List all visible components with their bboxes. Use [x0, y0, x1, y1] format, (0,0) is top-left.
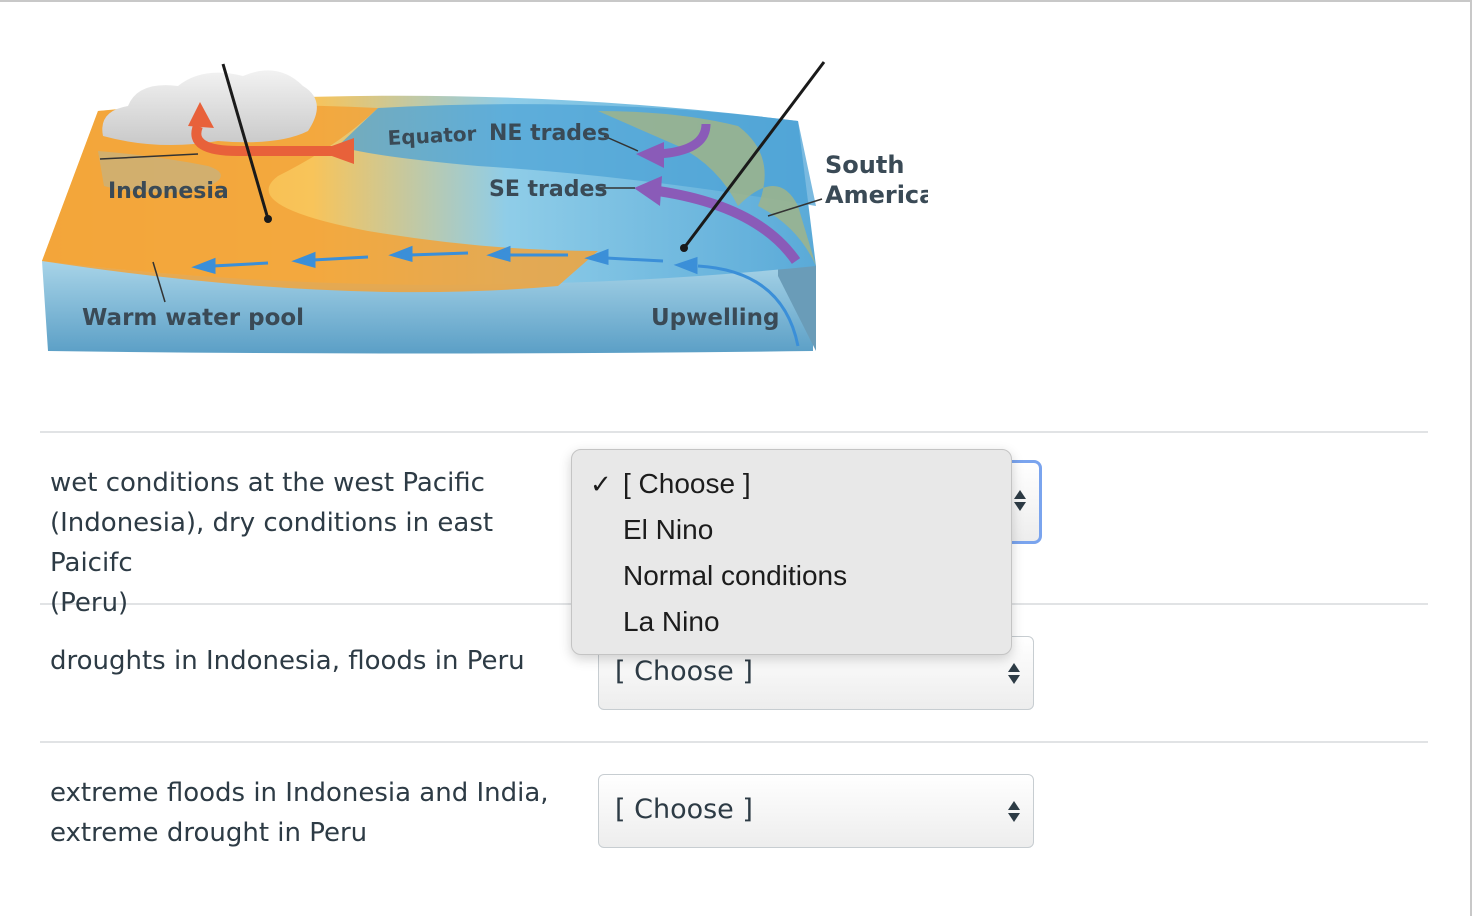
- option-label: [ Choose ]: [623, 468, 751, 499]
- prompt-line: (Indonesia), dry conditions in east Paic…: [50, 508, 494, 578]
- label-se-trades: SE trades: [489, 177, 608, 202]
- label-america: America: [825, 181, 928, 209]
- frame-border-top: [0, 0, 1472, 2]
- option-label: La Nino: [623, 606, 720, 637]
- option-label: Normal conditions: [623, 560, 848, 591]
- updown-arrows-icon: [1007, 801, 1021, 825]
- option-label: El Nino: [623, 514, 714, 545]
- convection-cloud: [102, 70, 317, 145]
- updown-arrows-icon: [1013, 490, 1027, 514]
- prompt-line: wet conditions at the west Pacific: [50, 468, 485, 498]
- dropdown-option-normal-conditions[interactable]: Normal conditions: [572, 554, 1013, 598]
- label-south: South: [825, 151, 904, 179]
- prompt-line: extreme floods in Indonesia and India,: [50, 778, 549, 808]
- label-upwelling: Upwelling: [651, 305, 779, 331]
- enso-diagram-svg: Indonesia Equator NE trades SE trades So…: [42, 61, 928, 354]
- label-ne-trades: NE trades: [489, 121, 610, 146]
- label-warm-water-pool: Warm water pool: [82, 305, 304, 331]
- dropdown-option-el-nino[interactable]: El Nino: [572, 508, 1013, 552]
- checkmark-icon: ✓: [590, 469, 612, 499]
- prompt-line: (Peru): [50, 588, 129, 618]
- question-3-select[interactable]: [ Choose ]: [598, 774, 1034, 848]
- question-1-prompt: wet conditions at the west Pacific (Indo…: [50, 463, 570, 623]
- label-equator: Equator: [387, 121, 477, 150]
- question-2-prompt: droughts in Indonesia, floods in Peru: [50, 641, 570, 681]
- dropdown-menu: ✓ [ Choose ] El Nino Normal conditions L…: [571, 449, 1012, 655]
- thermocline-point-east: [680, 244, 688, 252]
- label-indonesia: Indonesia: [108, 179, 229, 204]
- updown-arrows-icon: [1007, 663, 1021, 687]
- question-3-prompt: extreme floods in Indonesia and India, e…: [50, 773, 570, 853]
- select-value: [ Choose ]: [615, 656, 753, 687]
- enso-diagram: Indonesia Equator NE trades SE trades So…: [38, 56, 928, 356]
- thermocline-point-west: [264, 215, 272, 223]
- row-divider: [40, 741, 1428, 743]
- prompt-line: droughts in Indonesia, floods in Peru: [50, 646, 525, 676]
- prompt-line: extreme drought in Peru: [50, 818, 368, 848]
- dropdown-option-choose[interactable]: ✓ [ Choose ]: [572, 462, 1013, 506]
- select-value: [ Choose ]: [615, 794, 753, 825]
- row-divider: [40, 431, 1428, 433]
- dropdown-option-la-nino[interactable]: La Nino: [572, 600, 1013, 644]
